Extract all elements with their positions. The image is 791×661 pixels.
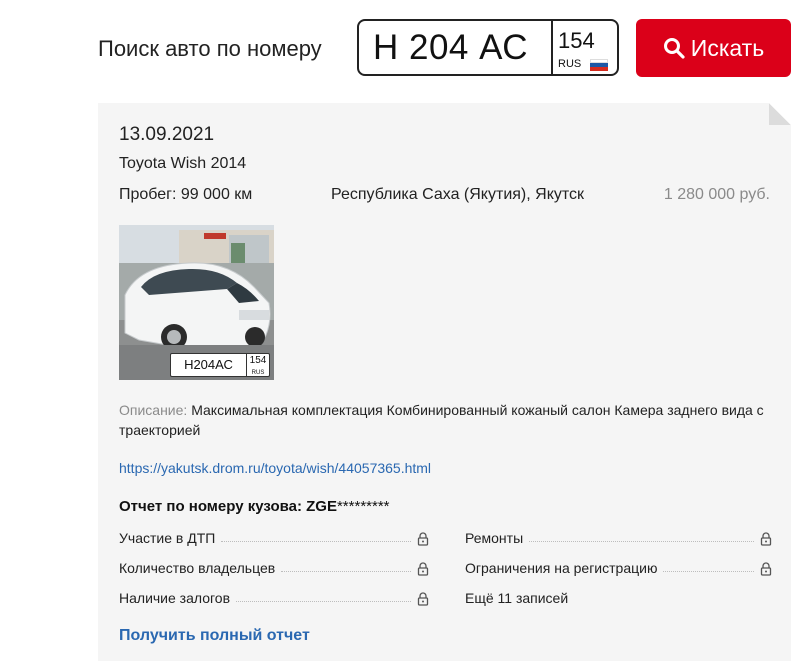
get-full-report-link[interactable]: Получить полный отчет [119,627,310,645]
search-label: Поиск авто по номеру [98,36,322,61]
report-item-owners: Количество владельцев [119,556,429,576]
search-button[interactable]: Искать [636,19,791,77]
search-button-label: Искать [690,34,765,61]
listing-description: Описание: Максимальная комплектация Комб… [119,400,769,440]
lock-icon [417,532,429,546]
plate-region-field[interactable]: 154 RUS [551,21,617,74]
lock-icon [417,562,429,576]
report-item-label: Количество владельцев [119,560,276,576]
report-item-label: Наличие залогов [119,590,231,606]
report-item-repairs: Ремонты [465,526,772,546]
lock-icon [760,562,772,576]
listing-mileage: Пробег: 99 000 км [119,186,253,203]
dotted-leader [529,541,754,542]
photo-plate-country: RUS [251,370,265,376]
plate-number-input[interactable]: Н 204 АС 154 RUS [357,19,619,76]
listing-date: 13.09.2021 [119,124,215,145]
listing-url-link[interactable]: https://yakutsk.drom.ru/toyota/wish/4405… [119,460,431,476]
report-item-accidents: Участие в ДТП [119,526,429,546]
russia-flag-icon [590,59,608,71]
dotted-leader [236,601,411,602]
photo-plate-number: Н204АС [184,357,233,372]
photo-plate-region: 154 RUS [246,354,269,376]
dotted-leader [281,571,411,572]
search-icon [663,38,685,59]
lock-icon [417,592,429,606]
report-item-restrictions: Ограничения на регистрацию [465,556,772,576]
report-title: Отчет по номеру кузова: ZGE********* [119,498,390,515]
plate-country-code: RUS [558,58,582,70]
card-corner [769,103,791,125]
plate-region-code: 154 [558,28,595,53]
listing-model: Toyota Wish 2014 [119,155,247,172]
listing-card: 13.09.2021 Toyota Wish 2014 Пробег: 99 0… [98,103,791,661]
report-more-records: Ещё 11 записей [465,586,772,606]
report-title-mask: ********* [336,498,390,515]
plate-number-field[interactable]: Н 204 АС [359,21,551,74]
dotted-leader [221,541,411,542]
photo-plate-region-code: 154 [249,355,267,366]
report-item-label: Ограничения на регистрацию [465,560,658,576]
report-item-label: Участие в ДТП [119,530,216,546]
description-text: Максимальная комплектация Комбинированны… [119,402,764,438]
listing-location: Республика Саха (Якутия), Якутск [331,186,585,203]
report-item-pledges: Наличие залогов [119,586,429,606]
more-records-label: Ещё 11 записей [465,590,569,606]
report-title-text: Отчет по номеру кузова: ZGE [119,498,337,515]
lock-icon [760,532,772,546]
listing-price: 1 280 000 руб. [663,186,770,203]
description-label: Описание: [119,402,188,418]
report-item-label: Ремонты [465,530,524,546]
photo-plate-label: Н204АС 154 RUS [170,353,270,377]
dotted-leader [663,571,754,572]
